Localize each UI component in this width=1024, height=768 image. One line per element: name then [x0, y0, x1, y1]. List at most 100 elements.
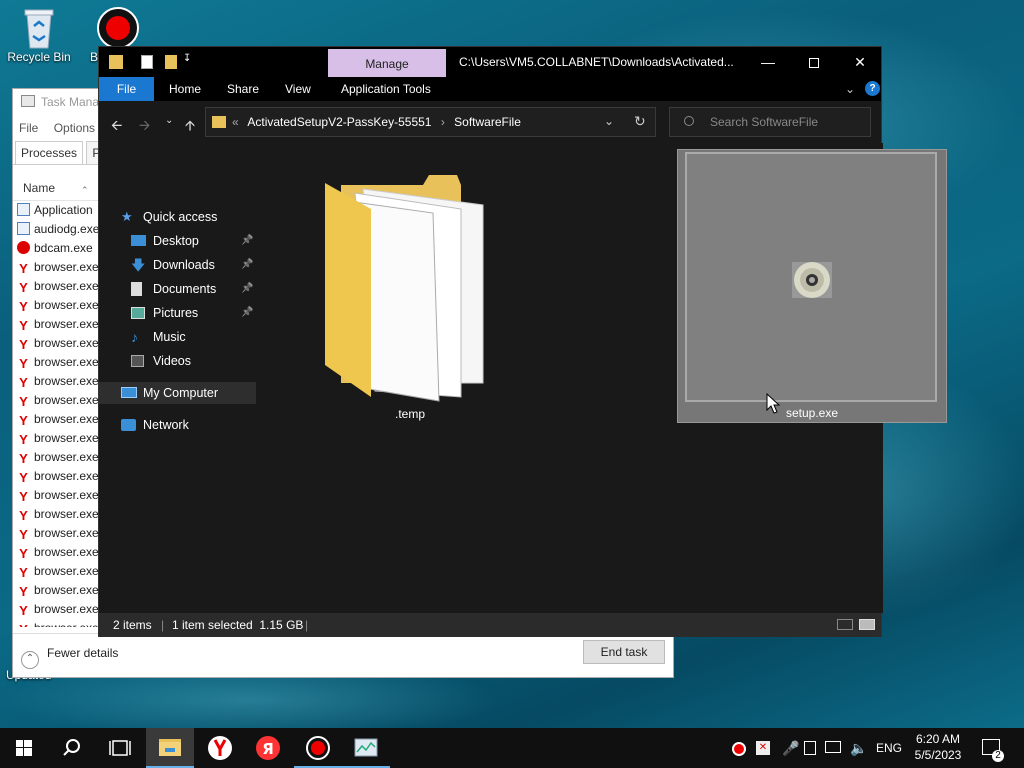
- table-row[interactable]: Ybrowser.exe: [13, 562, 103, 581]
- maximize-button[interactable]: [791, 47, 837, 77]
- sidebar-item-videos[interactable]: Videos: [99, 350, 256, 372]
- refresh-icon[interactable]: ↻: [634, 113, 646, 130]
- task-view-button[interactable]: [96, 728, 144, 768]
- address-dropdown-icon[interactable]: ⌄: [604, 114, 614, 128]
- ribbon-tab-application-tools[interactable]: Application Tools: [341, 77, 431, 101]
- yandex-icon: Y: [19, 451, 28, 466]
- bandicam-tray-icon[interactable]: [732, 742, 746, 756]
- sidebar-item-my-computer[interactable]: My Computer: [99, 382, 256, 404]
- maximize-icon: [809, 58, 819, 68]
- table-row[interactable]: Ybrowser.exe: [13, 600, 103, 619]
- task-manager-icon: [21, 95, 35, 107]
- yandex-icon: Y: [19, 489, 28, 504]
- process-name: browser.exe: [34, 279, 99, 293]
- volume-icon[interactable]: 🔈: [850, 728, 867, 768]
- table-row[interactable]: Ybrowser.exe: [13, 467, 103, 486]
- explorer-folder-icon: [109, 55, 123, 69]
- taskbar-yandex[interactable]: Я: [244, 728, 292, 768]
- task-manager-footer: ⌃ Fewer details End task: [13, 633, 673, 677]
- table-row[interactable]: Ybrowser.exe: [13, 372, 103, 391]
- ribbon-tab-view[interactable]: View: [285, 77, 311, 101]
- sidebar-item-pictures[interactable]: Pictures 📌: [99, 302, 256, 324]
- sidebar-item-documents[interactable]: Documents 📌: [99, 278, 256, 300]
- minimize-button[interactable]: —: [745, 47, 791, 77]
- large-icons-view-icon[interactable]: [859, 619, 875, 630]
- table-row[interactable]: Ybrowser.exe: [13, 391, 103, 410]
- table-row[interactable]: Ybrowser.exe: [13, 448, 103, 467]
- forward-arrow-icon[interactable]: 🡪: [139, 115, 150, 139]
- properties-icon[interactable]: [141, 55, 153, 69]
- address-bar[interactable]: « ActivatedSetupV2-PassKey-55551 › Softw…: [205, 107, 656, 137]
- microphone-icon[interactable]: 🎤: [782, 728, 799, 768]
- help-icon[interactable]: ?: [865, 81, 880, 96]
- table-row[interactable]: Ybrowser.exe: [13, 334, 103, 353]
- recycle-bin-shortcut[interactable]: Recycle Bin: [1, 6, 77, 64]
- taskbar-bandicam[interactable]: [294, 728, 342, 768]
- start-button[interactable]: [0, 728, 48, 768]
- yandex-icon: Y: [19, 527, 28, 542]
- expand-ribbon-icon[interactable]: ⌄: [845, 77, 855, 101]
- table-row[interactable]: Ybrowser.exe: [13, 581, 103, 600]
- sidebar-item-quick-access[interactable]: ★ Quick access: [99, 206, 256, 228]
- file-item-temp-folder[interactable]: .temp: [275, 149, 545, 423]
- monitor-tray-icon[interactable]: [804, 741, 816, 755]
- search-button[interactable]: [48, 728, 96, 768]
- new-folder-icon[interactable]: [165, 55, 177, 69]
- menu-file[interactable]: File: [19, 121, 38, 135]
- breadcrumb-item-activated-setup[interactable]: ActivatedSetupV2-PassKey-55551: [247, 115, 431, 129]
- sidebar-item-network[interactable]: Network: [99, 414, 256, 436]
- folder-icon: [323, 173, 493, 406]
- back-arrow-icon[interactable]: 🡨: [111, 115, 122, 139]
- tab-processes[interactable]: Processes: [15, 141, 84, 164]
- table-row[interactable]: Ybrowser.exe: [13, 277, 103, 296]
- table-row[interactable]: Ybrowser.exe: [13, 429, 103, 448]
- language-indicator[interactable]: ENG: [876, 728, 902, 768]
- taskbar-file-explorer[interactable]: [146, 728, 194, 768]
- breadcrumb-item-softwarefile[interactable]: SoftwareFile: [454, 115, 521, 129]
- manage-tab[interactable]: Manage: [328, 49, 446, 77]
- fewer-details-button[interactable]: ⌃ Fewer details: [21, 646, 118, 669]
- table-row[interactable]: Ybrowser.exe: [13, 315, 103, 334]
- table-row[interactable]: Ybrowser.exe: [13, 543, 103, 562]
- table-row[interactable]: Application: [13, 201, 103, 220]
- menu-options[interactable]: Options: [54, 121, 95, 135]
- table-row[interactable]: bdcam.exe: [13, 239, 103, 258]
- ribbon-tab-file[interactable]: File: [99, 77, 154, 101]
- taskbar-task-manager[interactable]: [342, 728, 390, 768]
- status-divider: |: [161, 618, 165, 632]
- yandex-icon: Y: [19, 508, 28, 523]
- taskbar-yandex-browser[interactable]: [196, 728, 244, 768]
- file-explorer-window[interactable]: ↧ Manage C:\Users\VM5.COLLABNET\Download…: [98, 46, 947, 637]
- table-row[interactable]: Ybrowser.exe: [13, 505, 103, 524]
- security-tray-icon[interactable]: ✕: [756, 741, 770, 755]
- clock[interactable]: 6:20 AM 5/5/2023: [912, 728, 964, 763]
- table-row[interactable]: Ybrowser.exe: [13, 258, 103, 277]
- details-view-icon[interactable]: [837, 619, 853, 630]
- table-row[interactable]: Ybrowser.exe: [13, 619, 103, 627]
- breadcrumb-overflow[interactable]: «: [232, 115, 239, 129]
- sidebar-item-music[interactable]: ♪ Music: [99, 326, 256, 348]
- close-button[interactable]: ✕: [837, 47, 883, 77]
- taskbar: Я ✕ 🎤 🔈 ENG 6:20 AM 5/5/2023 2: [0, 728, 1024, 768]
- table-row[interactable]: Ybrowser.exe: [13, 410, 103, 429]
- process-name: browser.exe: [34, 317, 99, 331]
- table-row[interactable]: audiodg.exe: [13, 220, 103, 239]
- navigation-pane: ★ Quick access Desktop 📌 🡇 Downloads 📌 Document…: [99, 143, 256, 613]
- file-item-setup-exe[interactable]: setup.exe: [677, 149, 947, 423]
- customize-toolbar-icon[interactable]: ↧: [183, 53, 191, 69]
- sidebar-item-downloads[interactable]: 🡇 Downloads 📌: [99, 254, 256, 276]
- table-row[interactable]: Ybrowser.exe: [13, 524, 103, 543]
- ribbon-tab-share[interactable]: Share: [227, 77, 259, 101]
- table-row[interactable]: Ybrowser.exe: [13, 486, 103, 505]
- process-name: browser.exe: [34, 488, 99, 502]
- network-tray-icon[interactable]: [825, 741, 841, 753]
- recent-locations-icon[interactable]: ⌄: [165, 115, 173, 126]
- process-name: browser.exe: [34, 621, 99, 627]
- search-input[interactable]: Search SoftwareFile: [669, 107, 871, 137]
- ribbon-tab-home[interactable]: Home: [169, 77, 201, 101]
- up-arrow-icon[interactable]: 🡩: [185, 115, 195, 139]
- end-task-button[interactable]: End task: [583, 640, 665, 664]
- table-row[interactable]: Ybrowser.exe: [13, 353, 103, 372]
- table-row[interactable]: Ybrowser.exe: [13, 296, 103, 315]
- sidebar-item-desktop[interactable]: Desktop 📌: [99, 230, 256, 252]
